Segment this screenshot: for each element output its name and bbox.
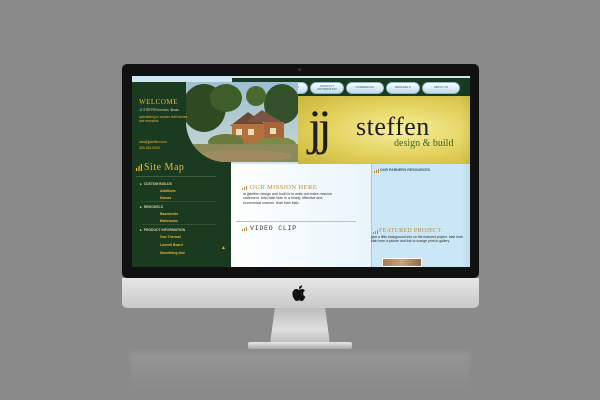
sitemap-item-geo-thermal[interactable]: Geo Thermal — [160, 235, 181, 239]
sitemap-item-custom-builds[interactable]: ▸ CUSTOM BUILDS — [140, 182, 172, 186]
sitemap-label: CUSTOM BUILDS — [143, 182, 172, 186]
camera-icon — [298, 68, 301, 71]
monitor-stand-foot — [248, 342, 352, 349]
sitemap-item-product-information[interactable]: ▸ PRODUCT INFORMATION — [140, 228, 185, 232]
bullet-icon: ▸ — [140, 228, 142, 232]
sitemap-label: REMODELS — [143, 205, 163, 209]
mission-title: OUR MISSION HERE — [250, 184, 318, 191]
sitemap-item-additions[interactable]: Additions — [160, 189, 176, 193]
welcome-address: JJ STEFFEN morton, illinois — [139, 108, 179, 112]
section-bars-icon — [242, 186, 247, 190]
sitemap-item-basements[interactable]: Basements — [160, 212, 178, 216]
section-bars-icon — [373, 230, 378, 234]
welcome-text: JJ STEFFEN morton, illinois specializing… — [139, 108, 193, 123]
scroll-arrow-icon[interactable]: ▲ — [221, 246, 226, 256]
nav-tab-product-information[interactable]: PRODUCT INFORMATION — [310, 82, 344, 94]
mission-text: at jjsteffen design and build is to writ… — [243, 192, 332, 205]
monitor-stand-neck — [270, 308, 330, 344]
welcome-title: WELCOME — [139, 98, 178, 106]
bullet-icon: ▸ — [140, 205, 142, 209]
bullet-icon: ▸ — [140, 182, 142, 186]
featured-project-title: FEATURED PROJECT: — [379, 228, 443, 234]
sitemap-item-homes[interactable]: Homes — [160, 196, 171, 200]
nav-tab-remodels-2[interactable]: REMODELS — [386, 82, 420, 94]
screen-edge-shade — [460, 82, 470, 267]
featured-project-text: give a little background info on the fea… — [371, 235, 463, 244]
sitemap-item-remodels[interactable]: ▸ REMODELS — [140, 205, 163, 209]
house-photo — [186, 82, 298, 162]
welcome-specialty: specializing in custom built homes and r… — [139, 115, 188, 123]
floor-reflection — [130, 352, 470, 392]
email-link[interactable]: info@jjsteffen.com — [139, 140, 167, 144]
sitemap-title: Site Map — [144, 162, 185, 173]
video-clip-title: VIDEO CLIP — [250, 225, 298, 232]
sitemap-label: PRODUCT INFORMATION — [143, 228, 186, 232]
section-bars-icon — [242, 227, 247, 231]
phone-number: 309.263.0000 — [139, 146, 160, 150]
nav-tab-about-us[interactable]: ABOUT US — [422, 82, 460, 94]
main-content-column — [231, 164, 371, 267]
logo-jj[interactable]: jj — [308, 102, 332, 152]
sitemap-item-something-else[interactable]: Something else — [160, 251, 185, 255]
sitemap-separator — [142, 224, 216, 225]
nav-tab-commercial[interactable]: COMMERCIAL — [346, 82, 384, 94]
website-screen: CUSTOM BUILDS REMODELS PRODUCT INFORMATI… — [132, 76, 470, 267]
right-content-column — [371, 164, 470, 267]
apple-logo-icon — [292, 285, 306, 301]
section-bars-icon — [136, 164, 142, 171]
logo-tagline: design & build — [394, 138, 454, 149]
featured-project-image[interactable] — [382, 258, 422, 267]
partners-title[interactable]: OUR PARNERS RESOURCES — [380, 168, 430, 172]
sitemap-item-bathrooms[interactable]: Bathrooms — [160, 219, 178, 223]
section-divider — [236, 221, 356, 222]
sitemap-item-lunnell-board[interactable]: Lunnell Board — [160, 243, 183, 247]
section-bars-icon — [374, 169, 379, 173]
sitemap-divider — [136, 176, 216, 177]
sitemap-separator — [142, 201, 216, 202]
